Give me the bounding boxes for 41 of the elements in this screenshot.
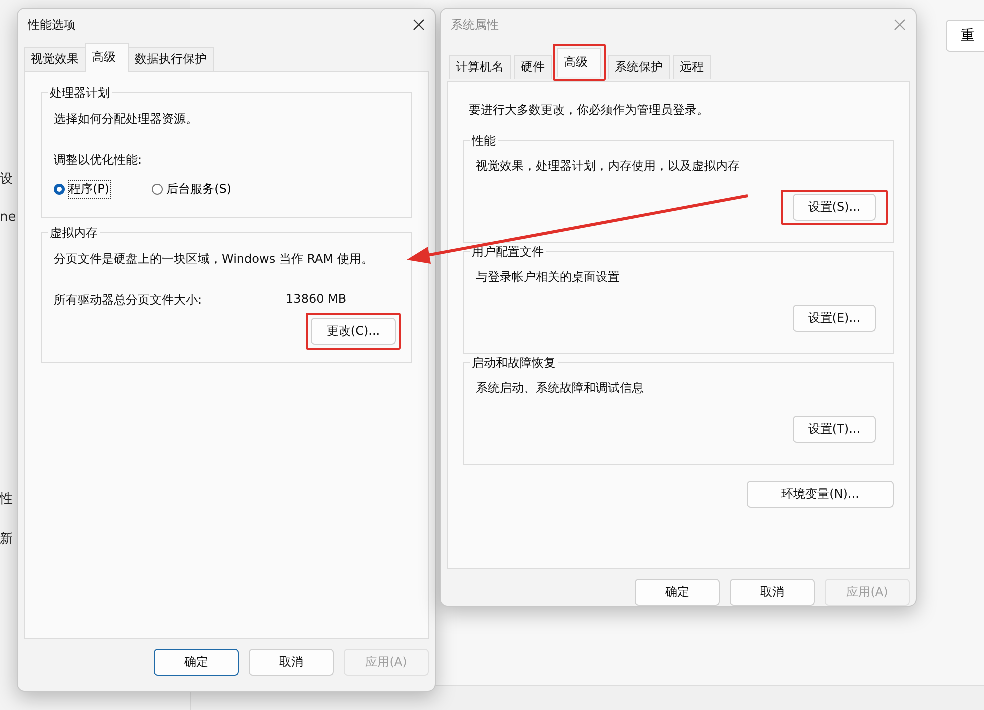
tab[interactable]: 数据执行保护 bbox=[128, 47, 214, 71]
tab[interactable]: 系统保护 bbox=[608, 55, 670, 79]
tab[interactable]: 硬件 bbox=[514, 55, 552, 79]
window-title: 性能选项 bbox=[28, 16, 76, 34]
settings-button[interactable]: 设置(T)... bbox=[793, 416, 876, 443]
tab[interactable]: 高级 bbox=[557, 48, 601, 77]
dialog-button[interactable]: 取消 bbox=[730, 579, 815, 606]
description-text: 选择如何分配处理器资源。 bbox=[54, 111, 199, 128]
tab[interactable]: 计算机名 bbox=[449, 55, 511, 79]
change-button[interactable]: 更改(C)... bbox=[311, 318, 396, 345]
description-text: 分页文件是硬盘上的一块区域，Windows 当作 RAM 使用。 bbox=[54, 251, 374, 268]
group-title: 启动和故障恢复 bbox=[470, 355, 558, 372]
dialog-button[interactable]: 确定 bbox=[154, 649, 239, 676]
tab[interactable]: 高级 bbox=[85, 43, 129, 72]
background-text: ne bbox=[0, 210, 16, 225]
dialog-button[interactable]: 确定 bbox=[635, 579, 720, 606]
description-text: 系统启动、系统故障和调试信息 bbox=[476, 380, 645, 397]
group-title: 虚拟内存 bbox=[48, 225, 100, 242]
radio-button[interactable] bbox=[54, 184, 65, 195]
size-value: 13860 MB bbox=[286, 292, 347, 308]
dialog-button[interactable]: 取消 bbox=[249, 649, 334, 676]
tab[interactable]: 远程 bbox=[673, 55, 711, 79]
background-text: 新 bbox=[0, 531, 13, 548]
background-text: 性 bbox=[0, 491, 13, 508]
option-label: 调整以优化性能: bbox=[54, 152, 144, 169]
close-icon[interactable] bbox=[413, 19, 425, 31]
notice-text: 要进行大多数更改，你必须作为管理员登录。 bbox=[469, 102, 710, 119]
background-button[interactable]: 重 bbox=[946, 20, 984, 52]
background-text: 设 bbox=[0, 171, 13, 188]
description-text: 视觉效果，处理器计划，内存使用，以及虚拟内存 bbox=[476, 158, 741, 175]
tab[interactable]: 视觉效果 bbox=[24, 47, 86, 71]
window-title: 系统属性 bbox=[451, 16, 499, 34]
radio-option[interactable]: 程序(P) bbox=[54, 181, 110, 198]
group-title: 性能 bbox=[470, 133, 498, 150]
radio-option[interactable]: 后台服务(S) bbox=[152, 181, 232, 198]
environment-variables-button[interactable]: 环境变量(N)... bbox=[747, 481, 894, 508]
settings-button[interactable]: 设置(S)... bbox=[793, 194, 876, 221]
description-text: 与登录帐户相关的桌面设置 bbox=[476, 269, 621, 286]
group-title: 处理器计划 bbox=[48, 85, 112, 102]
radio-button[interactable] bbox=[152, 184, 163, 195]
field-label: 所有驱动器总分页文件大小: bbox=[54, 292, 202, 309]
